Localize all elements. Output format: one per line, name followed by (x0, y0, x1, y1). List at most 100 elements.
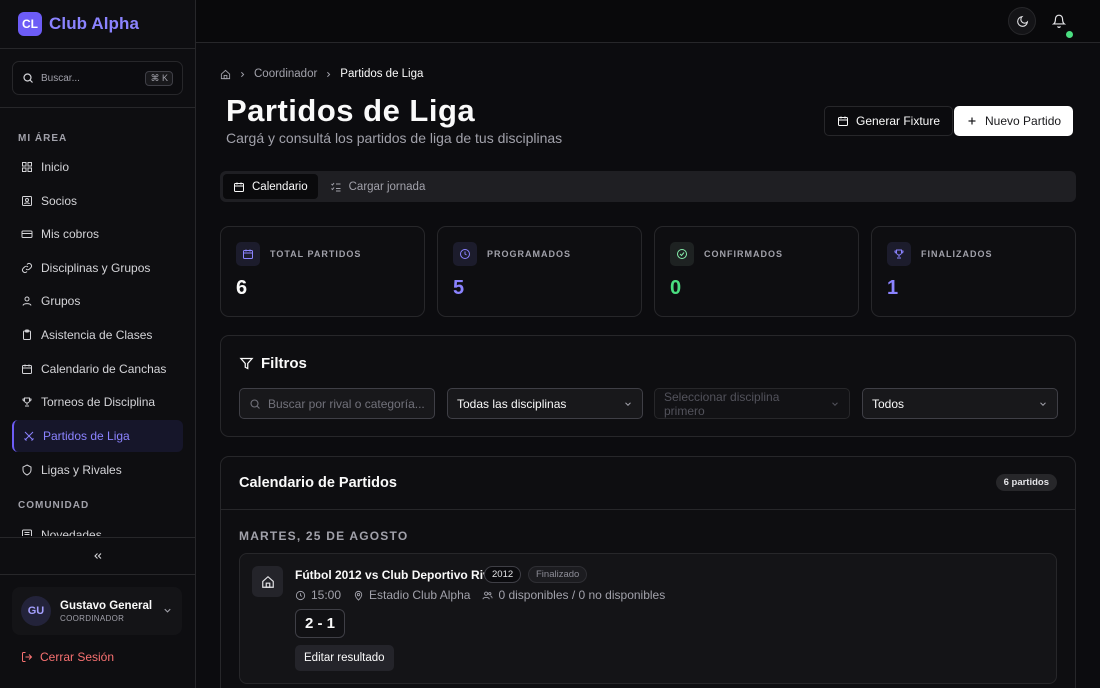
stat-label: FINALIZADOS (921, 249, 993, 259)
sidebar-item-ligas-rivales[interactable]: Ligas y Rivales (12, 454, 183, 486)
sidebar-item-disciplinas[interactable]: Disciplinas y Grupos (12, 252, 183, 284)
chevron-down-icon (1040, 401, 1046, 406)
match-time: 15:00 (295, 588, 341, 602)
logout-button[interactable]: Cerrar Sesión (21, 650, 114, 664)
sidebar-search[interactable]: Buscar... ⌘ K (12, 61, 183, 95)
breadcrumb: Coordinador Partidos de Liga (220, 68, 423, 80)
match-title: Fútbol 2012 vs Club Deportivo Rival (295, 568, 500, 582)
map-pin-icon (354, 590, 363, 601)
sidebar-item-inicio[interactable]: Inicio (12, 151, 183, 183)
logout-icon (22, 652, 33, 662)
matches-count-badge: 6 partidos (995, 474, 1057, 491)
swords-icon (24, 431, 34, 441)
calendar-divider (221, 509, 1075, 510)
generate-fixture-label: Generar Fixture (856, 114, 941, 128)
sidebar-item-label: Mis cobros (41, 227, 100, 241)
chevron-down-icon (164, 608, 171, 613)
sidebar-item-novedades[interactable]: Novedades (12, 518, 183, 536)
calendar-icon (236, 242, 260, 266)
user-icon (22, 296, 32, 306)
home-icon[interactable] (220, 69, 231, 80)
sidebar-divider (0, 537, 195, 538)
page-title: Partidos de Liga (226, 93, 476, 128)
calendar-icon (838, 116, 848, 126)
chevron-right-icon (241, 71, 245, 77)
tab-label: Calendario (252, 180, 308, 193)
sidebar-divider (0, 107, 195, 108)
status-select[interactable]: Todos (862, 388, 1058, 419)
breadcrumb-coordinador[interactable]: Coordinador (254, 68, 317, 80)
chevrons-left-icon (94, 553, 102, 559)
match-time-value: 15:00 (311, 588, 342, 602)
chevron-right-icon (327, 71, 331, 77)
shield-icon (22, 464, 32, 476)
stat-label: CONFIRMADOS (704, 249, 783, 259)
view-tabs: Calendario Cargar jornada (220, 171, 1076, 202)
calendar-icon (234, 182, 244, 192)
trophy-icon (22, 397, 32, 407)
filters-panel: Filtros Buscar por rival o categoría... … (220, 335, 1076, 437)
stat-value: 1 (887, 277, 899, 299)
users-icon (482, 591, 493, 599)
section-title-comunidad: COMUNIDAD (18, 500, 90, 511)
brand[interactable]: CL Club Alpha (18, 12, 139, 36)
tab-cargar-jornada[interactable]: Cargar jornada (320, 174, 436, 199)
moon-icon (1016, 15, 1028, 27)
edit-result-button[interactable]: Editar resultado (295, 645, 394, 671)
match-venue-value: Estadio Club Alpha (369, 588, 471, 602)
collapse-sidebar-button[interactable] (92, 549, 104, 567)
clock-icon (295, 590, 306, 600)
sidebar-item-torneos[interactable]: Torneos de Disciplina (12, 386, 183, 418)
brand-logo: CL (18, 12, 42, 36)
match-availability-value: 0 disponibles / 0 no disponibles (498, 588, 666, 602)
stat-label: TOTAL PARTIDOS (270, 249, 362, 259)
user-menu[interactable]: GU Gustavo General COORDINADOR (12, 587, 182, 635)
stat-card-finalizados: FINALIZADOS 1 (871, 226, 1076, 317)
category-select: Seleccionar disciplina primero (654, 388, 850, 419)
home-grid-icon (22, 162, 32, 172)
stat-value: 0 (670, 277, 682, 299)
plus-icon (968, 117, 976, 125)
avatar: GU (21, 596, 51, 626)
sidebar-item-grupos[interactable]: Grupos (12, 285, 183, 317)
sidebar-item-mis-cobros[interactable]: Mis cobros (12, 218, 183, 250)
clipboard-icon (23, 329, 31, 340)
check-circle-icon (670, 242, 694, 266)
sidebar-item-asistencia[interactable]: Asistencia de Clases (12, 319, 183, 351)
sidebar-item-label: Novedades (41, 528, 102, 536)
stat-card-total: TOTAL PARTIDOS 6 (220, 226, 425, 317)
brand-name: Club Alpha (49, 14, 140, 33)
filter-icon (239, 357, 254, 370)
match-search-input[interactable]: Buscar por rival o categoría... (239, 388, 435, 419)
list-check-icon (330, 182, 341, 191)
sidebar-item-label: Socios (41, 194, 78, 208)
bell-icon (1052, 14, 1066, 28)
discipline-select[interactable]: Todas las disciplinas (447, 388, 643, 419)
match-card[interactable]: Fútbol 2012 vs Club Deportivo Rival 2012… (239, 553, 1057, 684)
sidebar-item-calendario-canchas[interactable]: Calendario de Canchas (12, 353, 183, 385)
new-match-button[interactable]: Nuevo Partido (954, 106, 1074, 136)
status-badge: Finalizado (528, 566, 588, 583)
status-select-value: Todos (872, 396, 905, 411)
section-title-mi-area: MI ÁREA (18, 133, 68, 144)
sidebar-item-socios[interactable]: Socios (12, 185, 183, 217)
sidebar-item-label: Torneos de Disciplina (41, 395, 156, 409)
user-role: COORDINADOR (60, 613, 125, 623)
filters-title-label: Filtros (261, 355, 307, 372)
wallet-icon (21, 230, 33, 238)
breadcrumb-current: Partidos de Liga (340, 68, 424, 80)
generate-fixture-button[interactable]: Generar Fixture (824, 106, 954, 136)
match-venue: Estadio Club Alpha (353, 588, 470, 602)
stat-label: PROGRAMADOS (487, 249, 572, 259)
chevron-down-icon (625, 401, 631, 406)
clock-icon (453, 242, 477, 266)
match-availability: 0 disponibles / 0 no disponibles (482, 588, 665, 602)
sidebar-item-label: Disciplinas y Grupos (41, 261, 151, 275)
tab-calendario[interactable]: Calendario (223, 174, 318, 199)
search-placeholder: Buscar... (41, 72, 80, 84)
new-match-label: Nuevo Partido (985, 114, 1062, 128)
stat-value: 5 (453, 277, 465, 299)
sidebar-item-label: Grupos (41, 294, 81, 308)
sidebar-item-partidos-liga[interactable]: Partidos de Liga (12, 420, 183, 452)
theme-toggle-button[interactable] (1008, 7, 1036, 35)
